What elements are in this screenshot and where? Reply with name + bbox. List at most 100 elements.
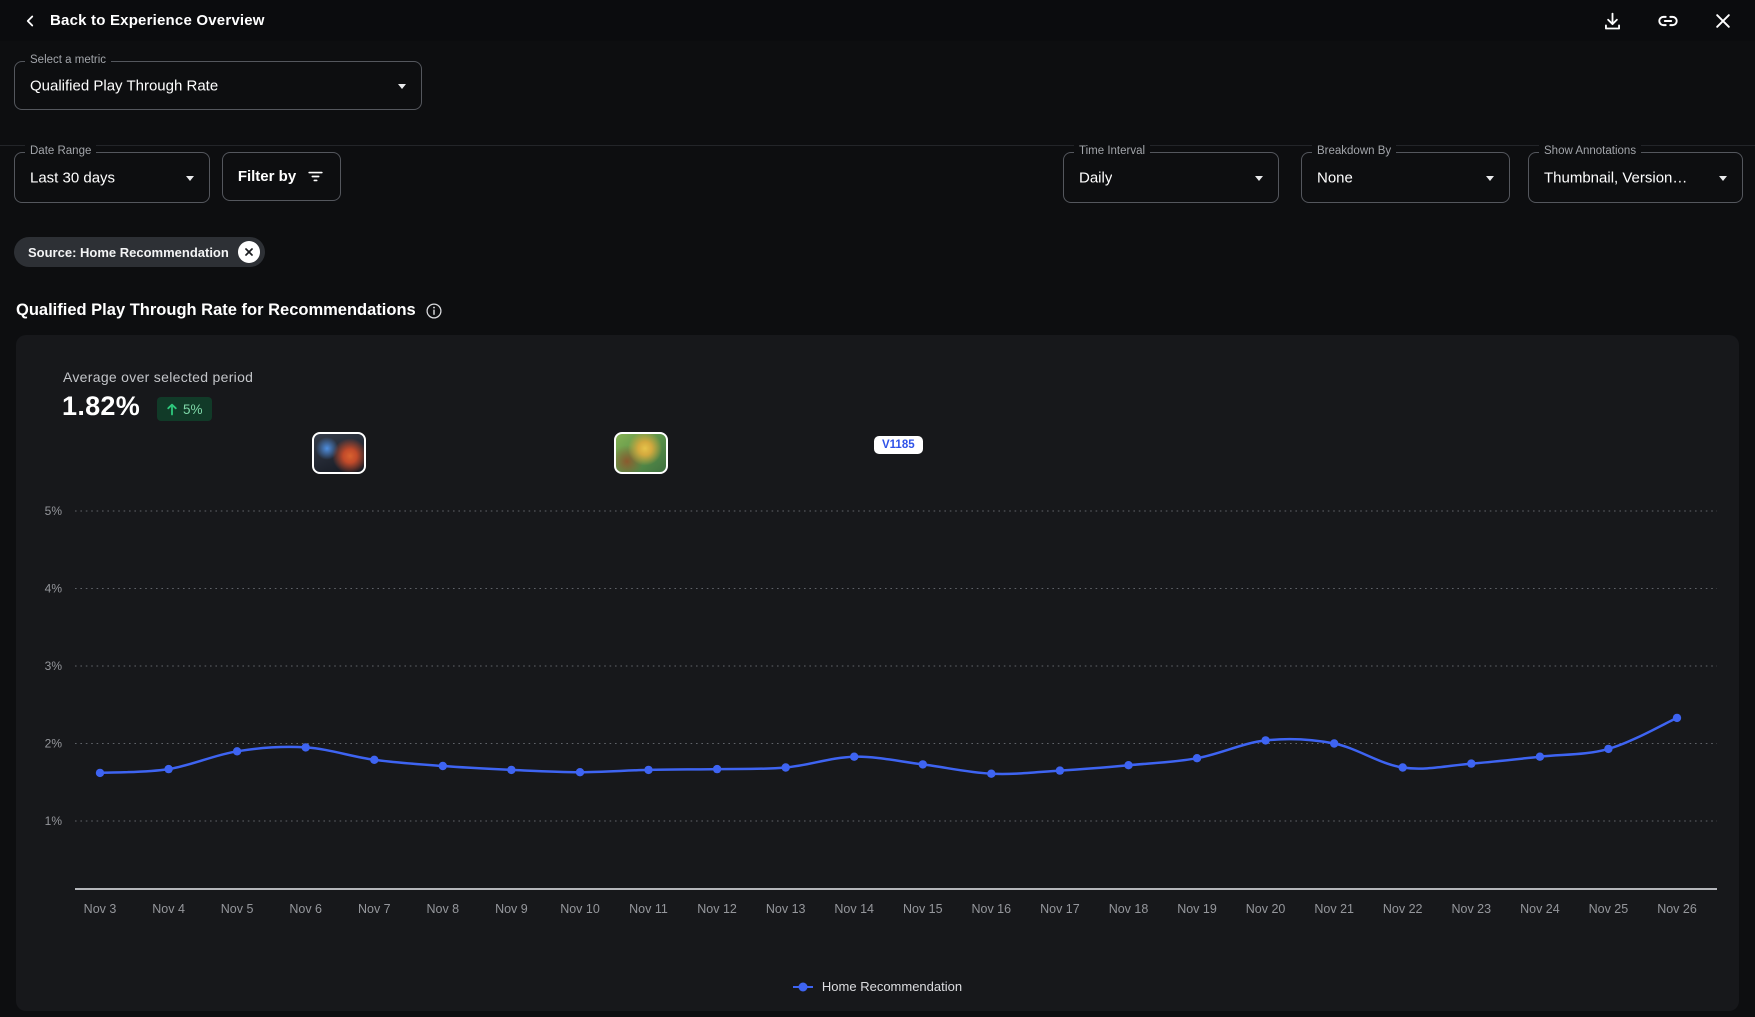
y-axis-tick: 1% [45, 814, 63, 828]
data-point [1193, 754, 1201, 762]
x-axis-label: Nov 22 [1383, 902, 1423, 916]
data-point [439, 762, 447, 770]
download-button[interactable] [1598, 7, 1626, 35]
data-point [919, 760, 927, 768]
y-axis-tick: 3% [45, 659, 63, 673]
time-interval-select[interactable]: Time Interval Daily [1063, 152, 1279, 203]
x-axis-label: Nov 6 [289, 902, 322, 916]
x-axis-label: Nov 24 [1520, 902, 1560, 916]
x-axis-label: Nov 23 [1451, 902, 1491, 916]
show-annotations-value: Thumbnail, Version… [1544, 169, 1687, 186]
data-point [1124, 761, 1132, 769]
change-value: 5% [183, 402, 203, 417]
metric-select[interactable]: Select a metric Qualified Play Through R… [14, 61, 422, 110]
x-axis-label: Nov 7 [358, 902, 391, 916]
copy-link-button[interactable] [1654, 7, 1682, 35]
data-point [576, 768, 584, 776]
filter-by-button[interactable]: Filter by [222, 152, 341, 201]
x-axis-label: Nov 14 [834, 902, 874, 916]
data-point [1261, 736, 1269, 744]
download-icon [1602, 11, 1623, 32]
x-axis-label: Nov 4 [152, 902, 185, 916]
chevron-down-icon [1255, 176, 1263, 181]
x-axis-label: Nov 26 [1657, 902, 1697, 916]
x-axis-label: Nov 18 [1109, 902, 1149, 916]
data-point [1604, 745, 1612, 753]
chevron-down-icon [1486, 176, 1494, 181]
x-axis-label: Nov 13 [766, 902, 806, 916]
close-icon [243, 246, 255, 258]
date-range-label: Date Range [25, 145, 96, 157]
x-axis-label: Nov 12 [697, 902, 737, 916]
close-button[interactable] [1709, 7, 1737, 35]
chevron-down-icon [398, 84, 406, 89]
source-filter-chip[interactable]: Source: Home Recommendation [14, 237, 265, 267]
analytics-page: Back to Experience Overview Select a met… [0, 0, 1755, 1017]
data-point [987, 770, 995, 778]
x-axis-label: Nov 19 [1177, 902, 1217, 916]
x-axis-label: Nov 15 [903, 902, 943, 916]
data-point [1056, 766, 1064, 774]
section-heading-text: Qualified Play Through Rate for Recommen… [16, 301, 416, 320]
time-interval-value: Daily [1079, 169, 1112, 186]
data-point [713, 765, 721, 773]
date-range-select[interactable]: Date Range Last 30 days [14, 152, 210, 203]
version-annotation-badge[interactable]: V1185 [874, 436, 923, 454]
header-bar: Back to Experience Overview [0, 0, 1755, 41]
info-icon[interactable] [425, 302, 443, 320]
x-axis-label: Nov 21 [1314, 902, 1354, 916]
trend-line [100, 718, 1677, 774]
x-axis-label: Nov 5 [221, 902, 254, 916]
data-point [1399, 763, 1407, 771]
x-axis-label: Nov 25 [1589, 902, 1629, 916]
data-point [850, 753, 858, 761]
chevron-down-icon [186, 176, 194, 181]
chart-legend: Home Recommendation [16, 979, 1739, 994]
chart-panel: Average over selected period 1.82% 5% V1… [16, 335, 1739, 1011]
metric-select-label: Select a metric [25, 54, 111, 66]
breakdown-by-select[interactable]: Breakdown By None [1301, 152, 1510, 203]
x-axis-label: Nov 8 [426, 902, 459, 916]
data-point [1536, 753, 1544, 761]
time-interval-label: Time Interval [1074, 145, 1150, 157]
x-axis-label: Nov 16 [971, 902, 1011, 916]
link-icon [1657, 10, 1679, 32]
back-button[interactable] [16, 7, 44, 35]
data-point [370, 756, 378, 764]
breakdown-by-label: Breakdown By [1312, 145, 1396, 157]
arrow-up-icon [166, 403, 178, 416]
data-point [302, 743, 310, 751]
chevron-down-icon [1719, 176, 1727, 181]
data-point [1673, 714, 1681, 722]
page-title: Back to Experience Overview [50, 12, 265, 29]
x-axis-label: Nov 9 [495, 902, 528, 916]
remove-filter-button[interactable] [238, 241, 260, 263]
change-badge: 5% [157, 397, 212, 421]
divider [0, 145, 1755, 146]
chevron-left-icon [21, 12, 39, 30]
source-filter-chip-label: Source: Home Recommendation [28, 245, 229, 260]
x-axis-label: Nov 11 [629, 902, 668, 916]
data-point [96, 769, 104, 777]
data-point [782, 763, 790, 771]
data-point [233, 747, 241, 755]
x-axis-label: Nov 20 [1246, 902, 1286, 916]
x-axis-label: Nov 17 [1040, 902, 1080, 916]
data-point [164, 765, 172, 773]
date-range-value: Last 30 days [30, 169, 115, 186]
data-point [1330, 739, 1338, 747]
filter-icon [306, 167, 325, 186]
x-axis-label: Nov 3 [84, 902, 117, 916]
show-annotations-select[interactable]: Show Annotations Thumbnail, Version… [1528, 152, 1743, 203]
experience-thumbnail-annotation-2[interactable] [614, 432, 668, 474]
line-chart[interactable]: 5%4%3%2%1%Nov 3Nov 4Nov 5Nov 6Nov 7Nov 8… [16, 475, 1739, 935]
experience-thumbnail-annotation-1[interactable] [312, 432, 366, 474]
summary-value: 1.82% [62, 391, 140, 422]
metric-select-value: Qualified Play Through Rate [30, 77, 218, 94]
close-icon [1713, 11, 1733, 31]
filter-by-label: Filter by [238, 168, 296, 185]
show-annotations-label: Show Annotations [1539, 145, 1641, 157]
section-heading: Qualified Play Through Rate for Recommen… [16, 301, 443, 320]
data-point [507, 766, 515, 774]
legend-label: Home Recommendation [822, 979, 962, 994]
